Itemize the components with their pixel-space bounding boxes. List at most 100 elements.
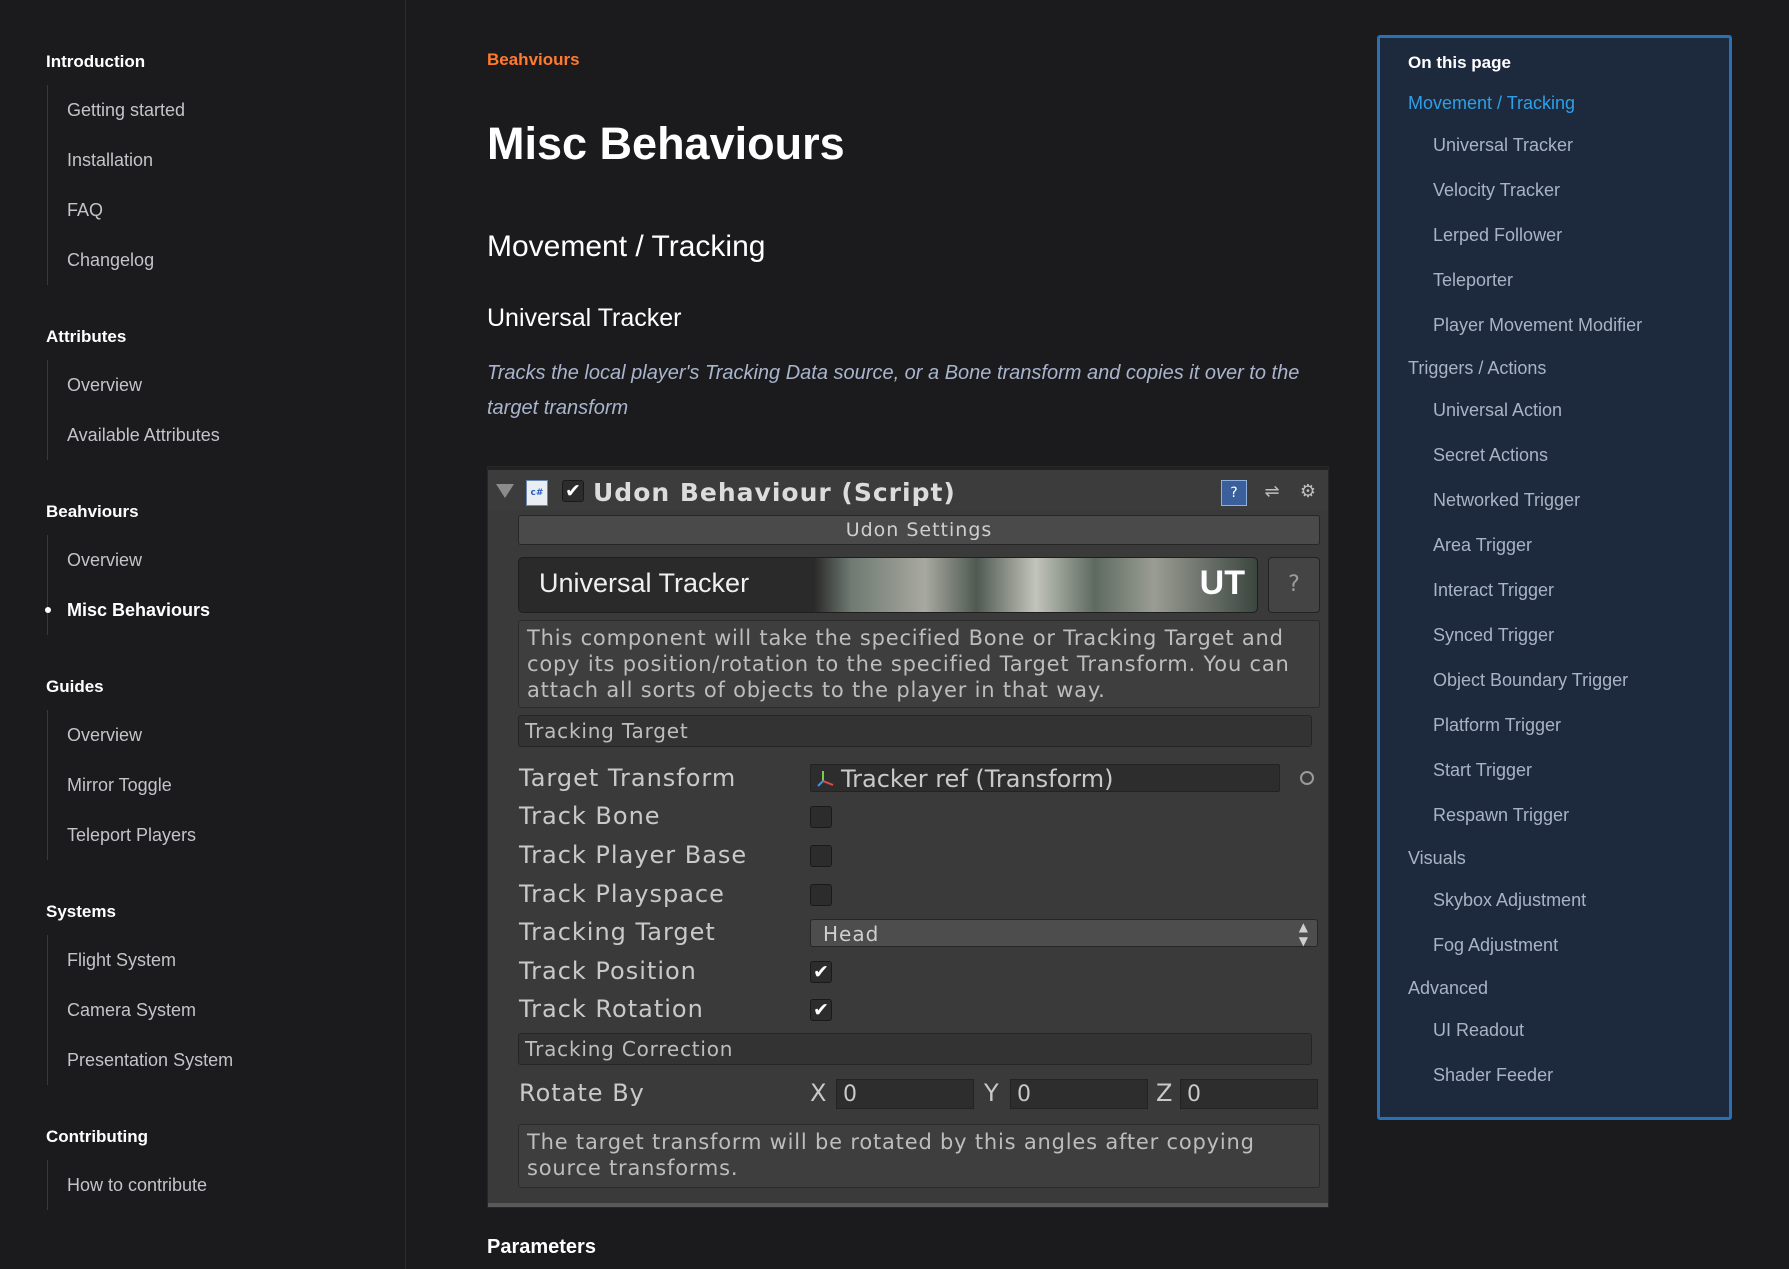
sidebar-item-available-attributes[interactable]: Available Attributes: [48, 410, 378, 460]
tracking-target-value: Head: [823, 922, 880, 946]
toc-link-skybox-adjustment[interactable]: Skybox Adjustment: [1380, 878, 1732, 923]
sidebar-item-beahviours-overview[interactable]: Overview: [48, 535, 378, 585]
toc-link-start-trigger[interactable]: Start Trigger: [1380, 748, 1732, 793]
sidebar-group-contributing: How to contribute: [47, 1160, 378, 1210]
sidebar-item-misc-behaviours[interactable]: Misc Behaviours: [45, 585, 378, 635]
component-enabled-checkbox[interactable]: ✔: [562, 480, 584, 502]
sidebar-item-teleport-players[interactable]: Teleport Players: [48, 810, 378, 860]
sidebar-item-guides-overview[interactable]: Overview: [48, 710, 378, 760]
breadcrumb-category: Beahviours: [487, 50, 580, 69]
track-playspace-checkbox[interactable]: [810, 884, 832, 906]
track-bone-checkbox[interactable]: [810, 806, 832, 828]
component-banner: Universal Tracker UT: [518, 557, 1258, 613]
toc-link-respawn-trigger[interactable]: Respawn Trigger: [1380, 793, 1732, 838]
toc-title: On this page: [1408, 53, 1511, 72]
track-rotation-label: Track Rotation: [519, 995, 704, 1023]
toc-link-visuals[interactable]: Visuals: [1380, 838, 1732, 878]
toc-link-networked-trigger[interactable]: Networked Trigger: [1380, 478, 1732, 523]
track-player-base-label: Track Player Base: [519, 841, 748, 869]
script-title: Udon Behaviour (Script): [593, 478, 956, 507]
toc-link-ui-readout[interactable]: UI Readout: [1380, 1008, 1732, 1053]
sidebar-section-beahviours: Beahviours: [46, 502, 139, 521]
sidebar-item-getting-started[interactable]: Getting started: [48, 85, 378, 135]
toc-link-universal-action[interactable]: Universal Action: [1380, 388, 1732, 433]
track-rotation-checkbox[interactable]: ✔: [810, 999, 832, 1021]
toc-link-synced-trigger[interactable]: Synced Trigger: [1380, 613, 1732, 658]
toc-link-teleporter[interactable]: Teleporter: [1380, 258, 1732, 303]
toc-link-lerped-follower[interactable]: Lerped Follower: [1380, 213, 1732, 258]
track-playspace-label: Track Playspace: [519, 880, 725, 908]
sidebar-group-introduction: Getting started Installation FAQ Changel…: [47, 85, 378, 285]
transform-axis-icon: [817, 771, 834, 787]
track-player-base-checkbox[interactable]: [810, 845, 832, 867]
tracking-target-label: Tracking Target: [519, 918, 716, 946]
sidebar-section-systems: Systems: [46, 902, 116, 921]
toc-link-advanced[interactable]: Advanced: [1380, 968, 1732, 1008]
presets-icon[interactable]: ⇌: [1260, 480, 1284, 504]
sidebar-group-guides: Overview Mirror Toggle Teleport Players: [47, 710, 378, 860]
toc-link-velocity-tracker[interactable]: Velocity Tracker: [1380, 168, 1732, 213]
component-help-box: This component will take the specified B…: [518, 620, 1320, 708]
toc-link-shader-feeder[interactable]: Shader Feeder: [1380, 1053, 1732, 1098]
group-tracking-target: Tracking Target: [518, 715, 1312, 747]
toc-link-triggers-actions[interactable]: Triggers / Actions: [1380, 348, 1732, 388]
sidebar-section-introduction: Introduction: [46, 52, 146, 71]
parameters-heading: Parameters: [487, 1236, 596, 1258]
sidebar-nav: Introduction Getting started Installatio…: [0, 0, 406, 1269]
tracking-target-dropdown[interactable]: Head ▲ ▼: [810, 919, 1318, 948]
track-position-checkbox[interactable]: ✔: [810, 961, 832, 983]
sidebar-item-installation[interactable]: Installation: [48, 135, 378, 185]
sidebar-item-faq[interactable]: FAQ: [48, 185, 378, 235]
toc-link-interact-trigger[interactable]: Interact Trigger: [1380, 568, 1732, 613]
sidebar-item-attributes-overview[interactable]: Overview: [48, 360, 378, 410]
rotate-y-field[interactable]: 0: [1010, 1079, 1148, 1109]
toc-link-player-movement-modifier[interactable]: Player Movement Modifier: [1380, 303, 1732, 348]
on-this-page-toc: On this page Movement / Tracking Universa…: [1377, 35, 1732, 1120]
toc-link-fog-adjustment[interactable]: Fog Adjustment: [1380, 923, 1732, 968]
toc-link-platform-trigger[interactable]: Platform Trigger: [1380, 703, 1732, 748]
toc-link-area-trigger[interactable]: Area Trigger: [1380, 523, 1732, 568]
toc-link-secret-actions[interactable]: Secret Actions: [1380, 433, 1732, 478]
gear-icon[interactable]: ⚙: [1296, 480, 1320, 504]
rotate-y-label: Y: [984, 1079, 999, 1107]
udon-settings-button[interactable]: Udon Settings: [518, 515, 1320, 545]
group-tracking-correction: Tracking Correction: [518, 1033, 1312, 1065]
target-transform-label: Target Transform: [519, 764, 737, 792]
sidebar-section-guides: Guides: [46, 677, 104, 696]
sidebar-section-attributes: Attributes: [46, 327, 127, 346]
rotate-x-field[interactable]: 0: [836, 1079, 974, 1109]
rotate-x-label: X: [810, 1079, 827, 1107]
target-transform-field[interactable]: Tracker ref (Transform): [810, 764, 1280, 793]
sidebar-group-beahviours: Overview Misc Behaviours: [45, 535, 378, 635]
banner-title: Universal Tracker: [539, 568, 750, 598]
rotate-z-label: Z: [1156, 1079, 1173, 1107]
sidebar-item-flight-system[interactable]: Flight System: [48, 935, 378, 985]
object-picker-icon[interactable]: [1300, 771, 1314, 785]
csharp-script-icon: c#: [526, 480, 548, 506]
track-bone-label: Track Bone: [519, 802, 661, 830]
help-book-icon[interactable]: ?: [1221, 480, 1247, 506]
page-title: Misc Behaviours: [487, 118, 845, 169]
sidebar-item-changelog[interactable]: Changelog: [48, 235, 378, 285]
sidebar-item-mirror-toggle[interactable]: Mirror Toggle: [48, 760, 378, 810]
toc-link-object-boundary-trigger[interactable]: Object Boundary Trigger: [1380, 658, 1732, 703]
rotate-by-label: Rotate By: [519, 1079, 645, 1107]
inspector-bottom-edge: [488, 1203, 1328, 1207]
sidebar-item-how-to-contribute[interactable]: How to contribute: [48, 1160, 378, 1210]
toc-link-movement-tracking[interactable]: Movement / Tracking: [1380, 83, 1732, 123]
sidebar-item-presentation-system[interactable]: Presentation System: [48, 1035, 378, 1085]
section-heading-movement-tracking: Movement / Tracking: [487, 230, 766, 263]
sidebar-group-attributes: Overview Available Attributes: [47, 360, 378, 460]
inspector-header: c# ✔ Udon Behaviour (Script) ? ⇌ ⚙: [488, 467, 1328, 510]
toc-list: Movement / Tracking Universal Tracker Velo…: [1380, 83, 1732, 1098]
toc-link-universal-tracker[interactable]: Universal Tracker: [1380, 123, 1732, 168]
sidebar-group-systems: Flight System Camera System Presentation…: [47, 935, 378, 1085]
unity-inspector-screenshot: c# ✔ Udon Behaviour (Script) ? ⇌ ⚙ Udon …: [487, 466, 1329, 1208]
dropdown-arrows-icon: ▲ ▼: [1298, 920, 1309, 948]
help-button[interactable]: ?: [1268, 557, 1320, 613]
sidebar-item-camera-system[interactable]: Camera System: [48, 985, 378, 1035]
ut-logo-icon: UT: [1199, 564, 1245, 602]
sidebar-section-contributing: Contributing: [46, 1127, 148, 1146]
foldout-arrow-icon[interactable]: [496, 484, 514, 498]
rotate-z-field[interactable]: 0: [1180, 1079, 1318, 1109]
